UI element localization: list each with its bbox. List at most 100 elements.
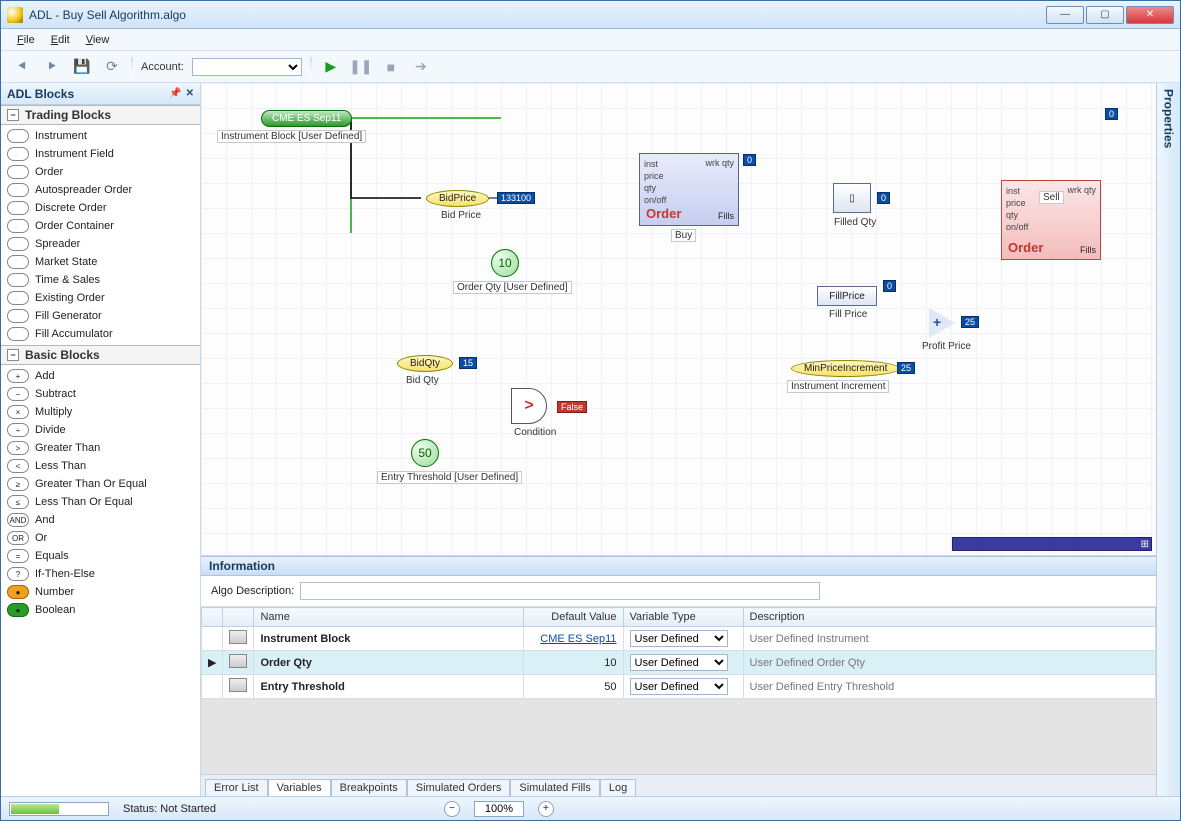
block-item[interactable]: Market State bbox=[1, 253, 200, 271]
blocks-panel-header[interactable]: ADL Blocks 📌 ✕ bbox=[1, 83, 200, 105]
block-item[interactable]: ×Multiply bbox=[1, 403, 200, 421]
title-bar[interactable]: ADL - Buy Sell Algorithm.algo — ▢ ✕ bbox=[1, 1, 1180, 29]
block-item[interactable]: +Add bbox=[1, 367, 200, 385]
block-icon: ≥ bbox=[7, 477, 29, 491]
block-item[interactable]: ●Boolean bbox=[1, 601, 200, 619]
menu-view[interactable]: View bbox=[80, 32, 116, 48]
block-item[interactable]: ≤Less Than Or Equal bbox=[1, 493, 200, 511]
variable-type-select[interactable]: User Defined bbox=[630, 630, 728, 647]
close-button[interactable]: ✕ bbox=[1126, 6, 1174, 24]
block-item[interactable]: <Less Than bbox=[1, 457, 200, 475]
block-item[interactable]: ≥Greater Than Or Equal bbox=[1, 475, 200, 493]
node-profitprice[interactable] bbox=[929, 308, 955, 338]
block-item[interactable]: ?If-Then-Else bbox=[1, 565, 200, 583]
zoom-in-button[interactable]: + bbox=[538, 801, 554, 817]
node-instrument[interactable]: CME ES Sep11 bbox=[261, 110, 352, 127]
node-bidprice[interactable]: BidPrice bbox=[426, 190, 489, 207]
tab-error-list[interactable]: Error List bbox=[205, 779, 268, 796]
info-tabs: Error ListVariablesBreakpointsSimulated … bbox=[201, 774, 1156, 796]
block-item[interactable]: Existing Order bbox=[1, 289, 200, 307]
account-select[interactable] bbox=[192, 58, 302, 76]
tab-variables[interactable]: Variables bbox=[268, 779, 331, 796]
block-item[interactable]: Order bbox=[1, 163, 200, 181]
zoom-input[interactable] bbox=[474, 801, 524, 817]
block-item[interactable]: Spreader bbox=[1, 235, 200, 253]
block-item[interactable]: ÷Divide bbox=[1, 421, 200, 439]
table-row[interactable]: Instrument BlockCME ES Sep11User Defined… bbox=[202, 627, 1156, 651]
block-icon bbox=[7, 237, 29, 251]
block-item[interactable]: OROr bbox=[1, 529, 200, 547]
block-item[interactable]: Fill Accumulator bbox=[1, 325, 200, 343]
col-name[interactable]: Name bbox=[254, 608, 523, 627]
account-label: Account: bbox=[141, 61, 184, 73]
app-icon bbox=[7, 7, 23, 23]
minimize-button[interactable]: — bbox=[1046, 6, 1084, 24]
node-filledqty[interactable]: ▯ bbox=[833, 183, 871, 213]
block-item[interactable]: Discrete Order bbox=[1, 199, 200, 217]
table-row[interactable]: Entry Threshold50User DefinedUser Define… bbox=[202, 675, 1156, 699]
default-value-link[interactable]: CME ES Sep11 bbox=[540, 633, 616, 645]
node-condition[interactable]: > bbox=[511, 388, 547, 424]
plus-icon: ⊞ bbox=[1141, 539, 1149, 550]
menu-edit[interactable]: Edit bbox=[45, 32, 76, 48]
tab-breakpoints[interactable]: Breakpoints bbox=[331, 779, 407, 796]
tab-simulated-fills[interactable]: Simulated Fills bbox=[510, 779, 600, 796]
node-minpriceincrement[interactable]: MinPriceIncrement bbox=[791, 360, 900, 377]
block-item[interactable]: Instrument bbox=[1, 127, 200, 145]
nav-back-button[interactable]: ⯇ bbox=[11, 56, 33, 78]
app-window: ADL - Buy Sell Algorithm.algo — ▢ ✕ File… bbox=[0, 0, 1181, 821]
minimap[interactable]: ⊞ bbox=[952, 537, 1152, 551]
block-item[interactable]: Fill Generator bbox=[1, 307, 200, 325]
node-entrythreshold[interactable]: 50 bbox=[411, 439, 439, 467]
play-button[interactable]: ▶ bbox=[320, 56, 342, 78]
trading-blocks-section[interactable]: − Trading Blocks bbox=[1, 105, 200, 125]
block-icon bbox=[7, 273, 29, 287]
block-item[interactable]: −Subtract bbox=[1, 385, 200, 403]
tab-simulated-orders[interactable]: Simulated Orders bbox=[407, 779, 511, 796]
information-header[interactable]: Information bbox=[201, 556, 1156, 576]
pause-button[interactable]: ❚❚ bbox=[350, 56, 372, 78]
binoculars-icon[interactable] bbox=[229, 654, 247, 668]
table-row[interactable]: ▶Order Qty10User DefinedUser Defined Ord… bbox=[202, 651, 1156, 675]
variable-type-select[interactable]: User Defined bbox=[630, 678, 728, 695]
node-fillprice[interactable]: FillPrice bbox=[817, 286, 877, 306]
value-profitprice: 25 bbox=[961, 316, 979, 328]
zoom-out-button[interactable]: − bbox=[444, 801, 460, 817]
refresh-button[interactable]: ⟳ bbox=[101, 56, 123, 78]
node-orderqty[interactable]: 10 bbox=[491, 249, 519, 277]
variables-grid[interactable]: Name Default Value Variable Type Descrip… bbox=[201, 607, 1156, 699]
step-button[interactable]: ➔ bbox=[410, 56, 432, 78]
col-desc[interactable]: Description bbox=[743, 608, 1156, 627]
collapse-icon[interactable]: − bbox=[7, 349, 19, 361]
node-bidqty[interactable]: BidQty bbox=[397, 355, 453, 372]
col-vtype[interactable]: Variable Type bbox=[623, 608, 743, 627]
properties-panel[interactable]: Properties bbox=[1156, 83, 1180, 796]
canvas-area[interactable]: CME ES Sep11 Instrument Block [User Defi… bbox=[201, 83, 1156, 556]
block-item[interactable]: Instrument Field bbox=[1, 145, 200, 163]
block-item[interactable]: =Equals bbox=[1, 547, 200, 565]
node-order-buy[interactable]: inst price qty on/off wrk qty Fills Orde… bbox=[639, 153, 739, 226]
col-default[interactable]: Default Value bbox=[523, 608, 623, 627]
save-button[interactable]: 💾 bbox=[71, 56, 93, 78]
binoculars-icon[interactable] bbox=[229, 678, 247, 692]
menu-file[interactable]: File bbox=[11, 32, 41, 48]
algo-description-input[interactable] bbox=[300, 582, 820, 600]
basic-blocks-section[interactable]: − Basic Blocks bbox=[1, 345, 200, 365]
stop-button[interactable]: ■ bbox=[380, 56, 402, 78]
binoculars-icon[interactable] bbox=[229, 630, 247, 644]
maximize-button[interactable]: ▢ bbox=[1086, 6, 1124, 24]
block-icon: > bbox=[7, 441, 29, 455]
block-item[interactable]: >Greater Than bbox=[1, 439, 200, 457]
block-item[interactable]: ANDAnd bbox=[1, 511, 200, 529]
block-item[interactable]: ●Number bbox=[1, 583, 200, 601]
block-item[interactable]: Time & Sales bbox=[1, 271, 200, 289]
close-icon[interactable]: ✕ bbox=[186, 88, 194, 99]
block-item[interactable]: Autospreader Order bbox=[1, 181, 200, 199]
variable-type-select[interactable]: User Defined bbox=[630, 654, 728, 671]
tab-log[interactable]: Log bbox=[600, 779, 636, 796]
collapse-icon[interactable]: − bbox=[7, 109, 19, 121]
block-item[interactable]: Order Container bbox=[1, 217, 200, 235]
nav-forward-button[interactable]: ⯈ bbox=[41, 56, 63, 78]
pin-icon[interactable]: 📌 bbox=[169, 88, 181, 99]
value-condition: False bbox=[557, 401, 587, 413]
